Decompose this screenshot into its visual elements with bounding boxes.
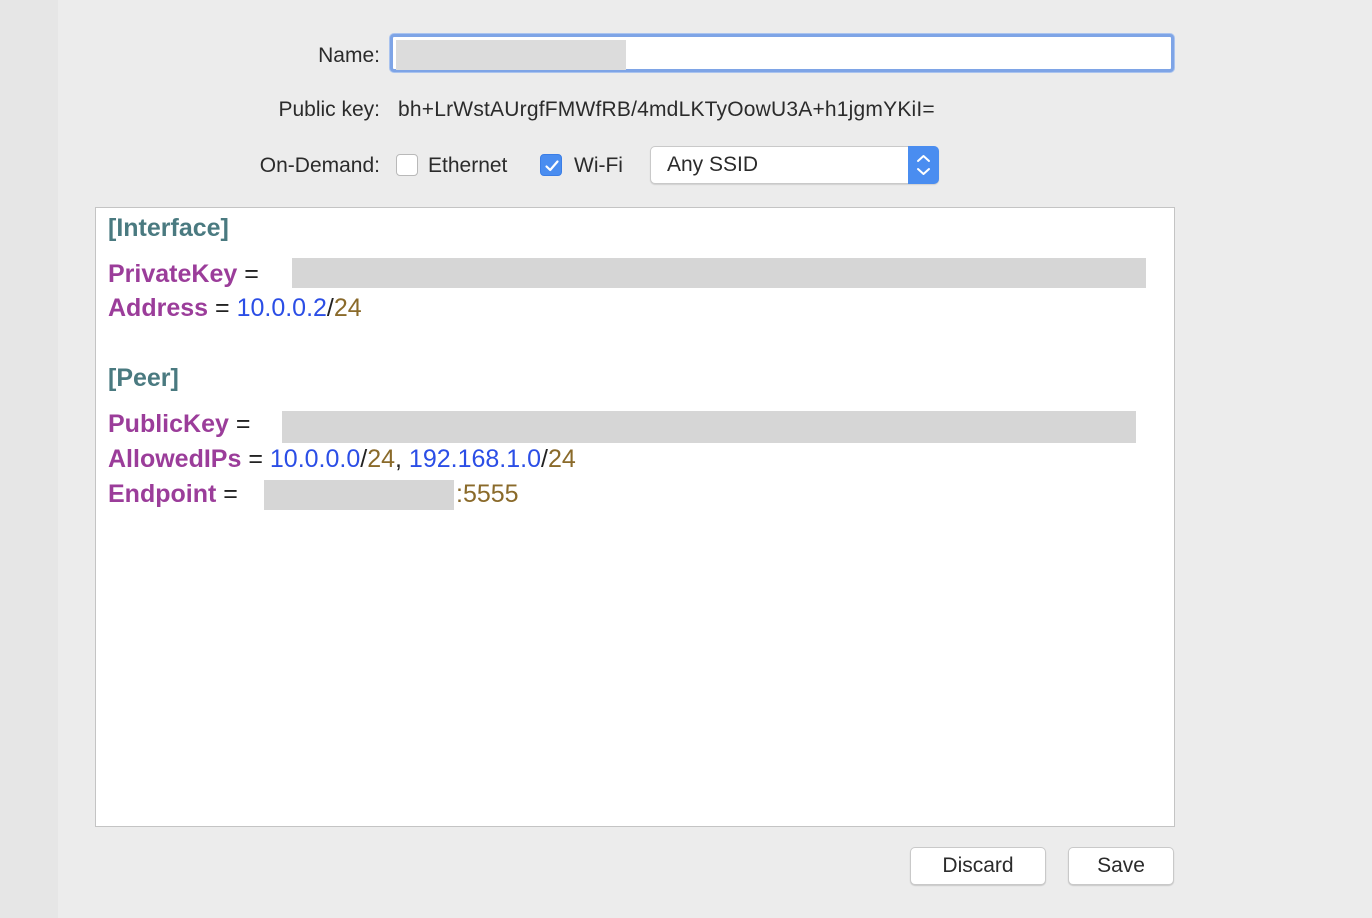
allowed-ips-key: AllowedIPs — [108, 445, 242, 473]
name-label: Name: — [318, 44, 380, 67]
ssid-select[interactable]: Any SSID — [650, 146, 939, 184]
config-text-editor[interactable]: [Interface] PrivateKey = Address = 10.0.… — [95, 207, 1175, 827]
public-key-line: PublicKey = — [108, 410, 250, 439]
endpoint-key: Endpoint — [108, 480, 217, 508]
ssid-selected-value: Any SSID — [667, 153, 759, 176]
wifi-label[interactable]: Wi-Fi — [574, 154, 623, 178]
redacted-public-key — [282, 411, 1136, 443]
address-ip: 10.0.0.2 — [236, 294, 327, 322]
ethernet-checkbox[interactable] — [396, 154, 418, 176]
save-button[interactable]: Save — [1068, 847, 1174, 885]
ethernet-label[interactable]: Ethernet — [428, 154, 507, 178]
equals-sign: = — [223, 480, 238, 508]
address-cidr: 24 — [333, 294, 362, 322]
equals-sign: = — [235, 410, 251, 438]
discard-button[interactable]: Discard — [910, 847, 1046, 885]
peer-section-header: [Peer] — [108, 364, 179, 392]
redacted-endpoint-host — [264, 480, 454, 510]
endpoint-port: :5555 — [456, 480, 519, 508]
equals-sign: = — [248, 445, 263, 473]
endpoint-line: Endpoint = — [108, 480, 238, 509]
allowed-cidr-2: 24 — [547, 445, 576, 473]
window-left-edge — [0, 0, 58, 918]
public-key-key: PublicKey — [108, 410, 229, 438]
checkmark-icon — [545, 160, 559, 172]
slash: / — [541, 445, 548, 473]
chevron-up-down-icon[interactable] — [908, 146, 939, 184]
comma: , — [395, 445, 402, 473]
slash: / — [326, 294, 334, 322]
equals-sign: = — [215, 294, 230, 322]
allowed-ip-2: 192.168.1.0 — [408, 445, 541, 473]
allowed-ip-1: 10.0.0.0 — [269, 445, 361, 473]
wifi-checkbox[interactable] — [540, 154, 562, 176]
allowed-cidr-1: 24 — [367, 445, 396, 473]
address-key: Address — [108, 294, 209, 322]
interface-section-header: [Interface] — [108, 214, 229, 242]
tunnel-editor-window: Name: Public key: bh+LrWstAUrgfFMWfRB/4m… — [0, 0, 1372, 918]
on-demand-label: On-Demand: — [259, 154, 380, 177]
private-key-line: PrivateKey = — [108, 260, 259, 289]
allowed-ips-line: AllowedIPs = 10.0.0.0/24, 192.168.1.0/24 — [108, 445, 576, 474]
private-key-key: PrivateKey — [108, 260, 238, 288]
redacted-name — [396, 40, 626, 70]
endpoint-port-line: :5555 — [456, 480, 519, 509]
redacted-private-key — [292, 258, 1146, 288]
equals-sign: = — [244, 260, 259, 288]
public-key-value: bh+LrWstAUrgfFMWfRB/4mdLKTyOowU3A+h1jgmY… — [398, 98, 935, 121]
address-line: Address = 10.0.0.2/24 — [108, 294, 362, 323]
public-key-label: Public key: — [278, 98, 380, 121]
